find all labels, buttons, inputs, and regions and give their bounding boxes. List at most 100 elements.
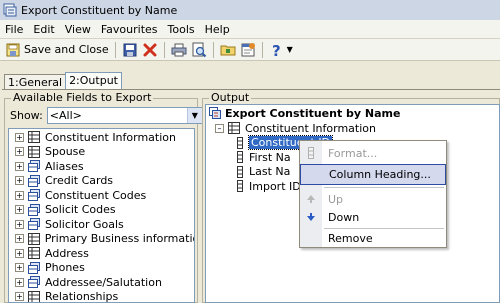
title-bar: Export Constituent by Name bbox=[0, 0, 500, 20]
expand-icon[interactable]: + bbox=[15, 263, 24, 273]
show-label: Show: bbox=[10, 109, 43, 122]
field-icon bbox=[236, 151, 244, 164]
context-menu-remove-label: Remove bbox=[328, 232, 373, 245]
export-app-icon bbox=[3, 3, 17, 17]
properties-icon bbox=[240, 42, 256, 58]
collapse-icon[interactable]: – bbox=[215, 123, 224, 133]
menu-help[interactable]: Help bbox=[200, 23, 235, 36]
show-dropdown-value: <All> bbox=[49, 109, 82, 122]
tree-item-label: Credit Cards bbox=[45, 174, 114, 188]
window-title: Export Constituent by Name bbox=[21, 3, 178, 17]
multi-table-icon bbox=[28, 276, 40, 289]
tree-item[interactable]: + Aliases bbox=[9, 159, 194, 174]
expand-icon[interactable]: + bbox=[15, 205, 24, 215]
chevron-down-icon[interactable]: ▼ bbox=[186, 108, 202, 123]
print-preview-button[interactable] bbox=[189, 40, 209, 60]
multi-table-icon bbox=[28, 189, 40, 202]
expand-icon[interactable]: + bbox=[15, 147, 24, 157]
toolbar: Save and Close ? ▼ bbox=[0, 39, 500, 61]
menu-view[interactable]: View bbox=[60, 23, 96, 36]
tab-output[interactable]: 2:Output bbox=[65, 72, 122, 90]
menu-edit[interactable]: Edit bbox=[28, 23, 59, 36]
context-menu-remove[interactable]: Remove bbox=[300, 229, 446, 248]
expand-icon[interactable]: + bbox=[15, 292, 24, 302]
print-button[interactable] bbox=[169, 40, 189, 60]
delete-button[interactable] bbox=[140, 40, 160, 60]
multi-table-icon bbox=[28, 218, 40, 231]
multi-table-icon bbox=[28, 261, 40, 274]
delete-icon bbox=[142, 42, 158, 58]
output-root[interactable]: Export Constituent by Name bbox=[206, 105, 499, 121]
print-preview-icon bbox=[191, 42, 207, 58]
output-folder-label: Constituent Information bbox=[245, 121, 376, 135]
tree-item[interactable]: + Phones bbox=[9, 261, 194, 276]
save-and-close-button[interactable]: Save and Close bbox=[3, 40, 111, 60]
tree-item[interactable]: + Spouse bbox=[9, 145, 194, 160]
available-fields-tree[interactable]: + Constituent Information + Spouse + Ali… bbox=[8, 128, 195, 303]
context-menu-column-heading[interactable]: Column Heading... bbox=[300, 164, 446, 185]
tree-item-label: Addressee/Salutation bbox=[45, 275, 162, 289]
tab-general[interactable]: 1:General bbox=[4, 74, 67, 90]
tree-item[interactable]: + Constituent Information bbox=[9, 130, 194, 145]
arrow-down-icon bbox=[306, 212, 316, 225]
table-icon bbox=[28, 290, 40, 302]
table-icon bbox=[28, 145, 40, 158]
toolbar-separator bbox=[163, 41, 165, 58]
table-icon bbox=[28, 131, 40, 144]
expand-icon[interactable]: + bbox=[15, 277, 24, 287]
tree-item-label: Primary Business information bbox=[44, 232, 195, 246]
context-menu-down-label: Down bbox=[328, 211, 360, 224]
tree-item-label: Relationships bbox=[45, 290, 119, 303]
tree-item[interactable]: + Primary Business information bbox=[9, 232, 194, 247]
menu-favourites[interactable]: Favourites bbox=[96, 23, 163, 36]
tab-strip: 1:General 2:Output bbox=[4, 72, 122, 90]
toolbar-separator bbox=[212, 41, 214, 58]
show-filter: Show: <All> ▼ bbox=[10, 107, 203, 124]
expand-icon[interactable]: + bbox=[15, 248, 24, 258]
multi-table-icon bbox=[28, 160, 40, 173]
chevron-down-icon[interactable]: ▼ bbox=[287, 45, 293, 54]
tree-item[interactable]: + Credit Cards bbox=[9, 174, 194, 189]
tree-item[interactable]: + Addressee/Salutation bbox=[9, 275, 194, 290]
context-menu-format[interactable]: Format... bbox=[300, 143, 446, 164]
tree-item-label: Phones bbox=[45, 261, 85, 275]
expand-icon[interactable]: + bbox=[15, 176, 24, 186]
expand-icon[interactable]: + bbox=[15, 190, 24, 200]
properties-button[interactable] bbox=[238, 40, 258, 60]
tree-item[interactable]: + Relationships bbox=[9, 290, 194, 303]
tree-item-label: Spouse bbox=[45, 145, 86, 159]
table-icon bbox=[28, 247, 40, 260]
tree-item[interactable]: + Constituent Codes bbox=[9, 188, 194, 203]
context-menu: Format... Column Heading... Up Down Remo… bbox=[299, 140, 447, 248]
export-folder-button[interactable] bbox=[218, 40, 238, 60]
tree-item-label: Aliases bbox=[45, 159, 84, 173]
multi-table-icon bbox=[28, 174, 40, 187]
folder-icon bbox=[220, 42, 236, 58]
context-menu-up-label: Up bbox=[328, 193, 344, 206]
save-icon bbox=[122, 42, 138, 58]
save-button[interactable] bbox=[120, 40, 140, 60]
tree-item[interactable]: + Solicit Codes bbox=[9, 203, 194, 218]
context-menu-down[interactable]: Down bbox=[300, 207, 446, 228]
multi-table-icon bbox=[28, 203, 40, 216]
help-button[interactable]: ? ▼ bbox=[267, 40, 295, 60]
show-dropdown[interactable]: <All> ▼ bbox=[46, 107, 203, 124]
expand-icon[interactable]: + bbox=[15, 219, 24, 229]
save-close-icon bbox=[5, 42, 21, 58]
expand-icon[interactable]: + bbox=[15, 161, 24, 171]
toolbar-separator bbox=[114, 41, 116, 58]
menu-file[interactable]: File bbox=[0, 23, 28, 36]
tree-item[interactable]: + Solicitor Goals bbox=[9, 217, 194, 232]
tree-item-label: Constituent Information bbox=[45, 130, 176, 144]
tree-item-label: Solicit Codes bbox=[45, 203, 116, 217]
output-label: Output bbox=[209, 91, 252, 104]
expand-icon[interactable]: + bbox=[15, 132, 24, 142]
save-and-close-label: Save and Close bbox=[24, 43, 109, 56]
menu-bar: File Edit View Favourites Tools Help bbox=[0, 20, 500, 39]
arrow-up-icon bbox=[306, 194, 316, 207]
expand-icon[interactable]: + bbox=[15, 234, 24, 244]
menu-tools[interactable]: Tools bbox=[163, 23, 200, 36]
tree-item[interactable]: + Address bbox=[9, 246, 194, 261]
output-folder[interactable]: – Constituent Information bbox=[206, 121, 499, 136]
toolbar-separator bbox=[261, 41, 263, 58]
